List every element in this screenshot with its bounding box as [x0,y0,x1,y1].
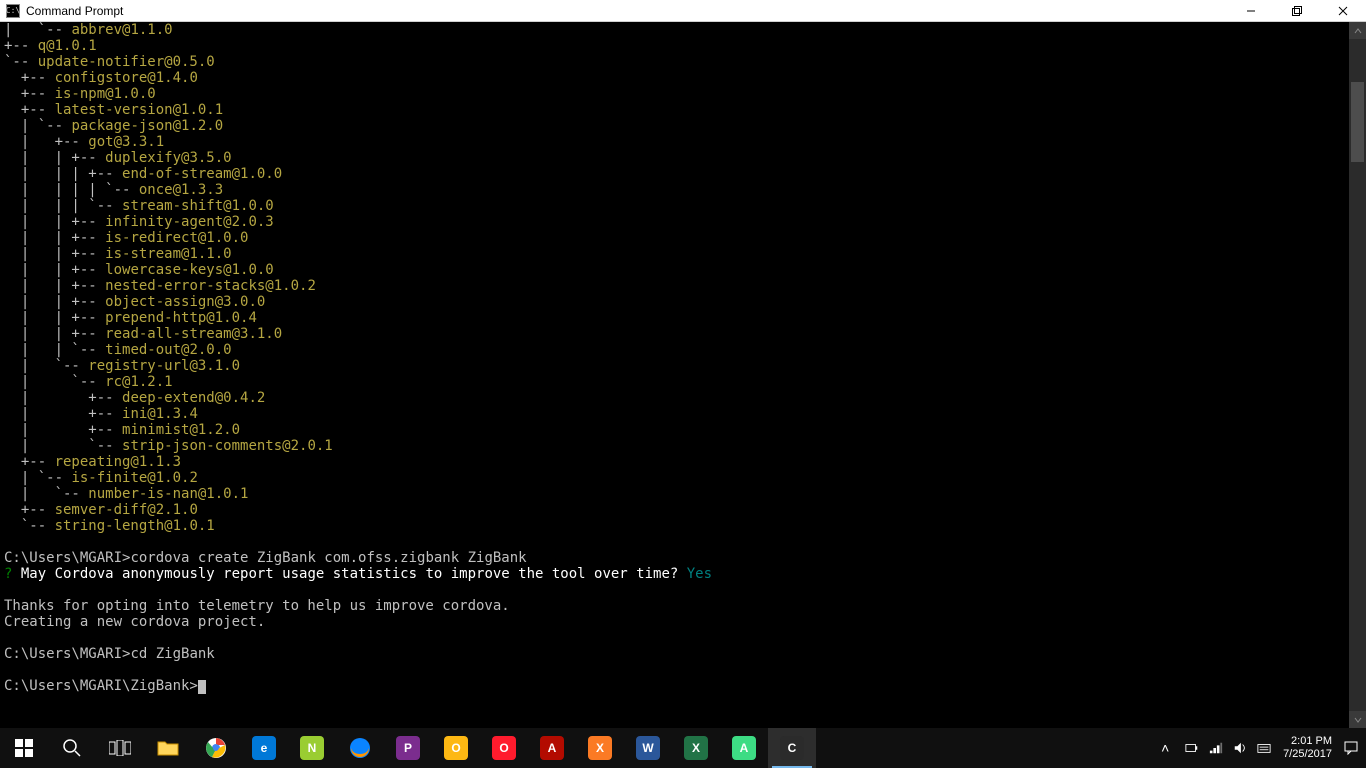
taskbar-item-acrobat[interactable]: A [528,728,576,768]
taskbar-item-opera[interactable]: O [480,728,528,768]
cmd-icon: C [780,736,804,760]
firefox-icon [348,736,372,760]
notepadpp-icon: N [300,736,324,760]
taskbar-item-edge[interactable]: e [240,728,288,768]
taskbar-apps: eNPOOAXWXAC [0,728,816,768]
taskbar-item-cmd[interactable]: C [768,728,816,768]
taskbar-item-firefox[interactable] [336,728,384,768]
taskbar-item-task-view[interactable] [96,728,144,768]
vertical-scrollbar[interactable] [1349,22,1366,728]
file-explorer-icon [156,736,180,760]
window-title: Command Prompt [26,4,123,18]
taskbar-item-search[interactable] [48,728,96,768]
taskbar-item-xampp[interactable]: X [576,728,624,768]
outlook-icon: O [444,736,468,760]
keyboard-icon[interactable] [1257,741,1271,755]
app-icon: C:\ [6,4,20,18]
battery-icon[interactable] [1185,741,1199,755]
network-icon[interactable] [1209,741,1223,755]
titlebar-left: C:\ Command Prompt [0,4,123,18]
search-icon [60,736,84,760]
restore-icon [1292,6,1302,16]
word-icon: W [636,736,660,760]
close-icon [1338,6,1348,16]
taskbar: eNPOOAXWXAC ˄ 2:01 PM 7/25/2017 [0,728,1366,768]
scroll-down-button[interactable] [1349,711,1366,728]
tray-chevron-icon[interactable]: ˄ [1161,741,1175,755]
taskbar-item-android-studio[interactable]: A [720,728,768,768]
desktop: C:\ Command Prompt [0,0,1366,768]
chrome-icon [204,736,228,760]
taskbar-item-outlook[interactable]: O [432,728,480,768]
scroll-up-button[interactable] [1349,22,1366,39]
taskbar-item-start[interactable] [0,728,48,768]
chevron-down-icon [1354,716,1362,724]
action-center-button[interactable] [1344,728,1358,768]
clock-date: 7/25/2017 [1283,748,1332,761]
start-icon [12,736,36,760]
terminal-viewport[interactable]: | `-- abbrev@1.1.0 +-- q@1.0.1 `-- updat… [0,22,1349,728]
tray-icons: ˄ [1161,741,1271,755]
chevron-up-icon [1354,27,1362,35]
notification-icon [1344,741,1358,755]
command-prompt-window: C:\ Command Prompt [0,0,1366,728]
taskbar-item-word[interactable]: W [624,728,672,768]
maximize-button[interactable] [1274,0,1320,22]
taskbar-item-chrome[interactable] [192,728,240,768]
android-studio-icon: A [732,736,756,760]
clock-time: 2:01 PM [1291,735,1332,748]
taskbar-item-notepadpp[interactable]: N [288,728,336,768]
volume-icon[interactable] [1233,741,1247,755]
taskbar-tray: ˄ 2:01 PM 7/25/2017 [1153,728,1366,768]
terminal-output: | `-- abbrev@1.1.0 +-- q@1.0.1 `-- updat… [0,22,1349,694]
taskbar-item-file-explorer[interactable] [144,728,192,768]
opera-icon: O [492,736,516,760]
edge-icon: e [252,736,276,760]
minimize-button[interactable] [1228,0,1274,22]
pidgin-icon: P [396,736,420,760]
close-button[interactable] [1320,0,1366,22]
taskbar-item-excel[interactable]: X [672,728,720,768]
xampp-icon: X [588,736,612,760]
acrobat-icon: A [540,736,564,760]
task-view-icon [108,736,132,760]
clock[interactable]: 2:01 PM 7/25/2017 [1279,735,1336,761]
window-controls [1228,0,1366,21]
scroll-thumb[interactable] [1351,82,1364,162]
minimize-icon [1246,6,1256,16]
taskbar-item-pidgin[interactable]: P [384,728,432,768]
titlebar[interactable]: C:\ Command Prompt [0,0,1366,22]
excel-icon: X [684,736,708,760]
terminal-area: | `-- abbrev@1.1.0 +-- q@1.0.1 `-- updat… [0,22,1366,728]
